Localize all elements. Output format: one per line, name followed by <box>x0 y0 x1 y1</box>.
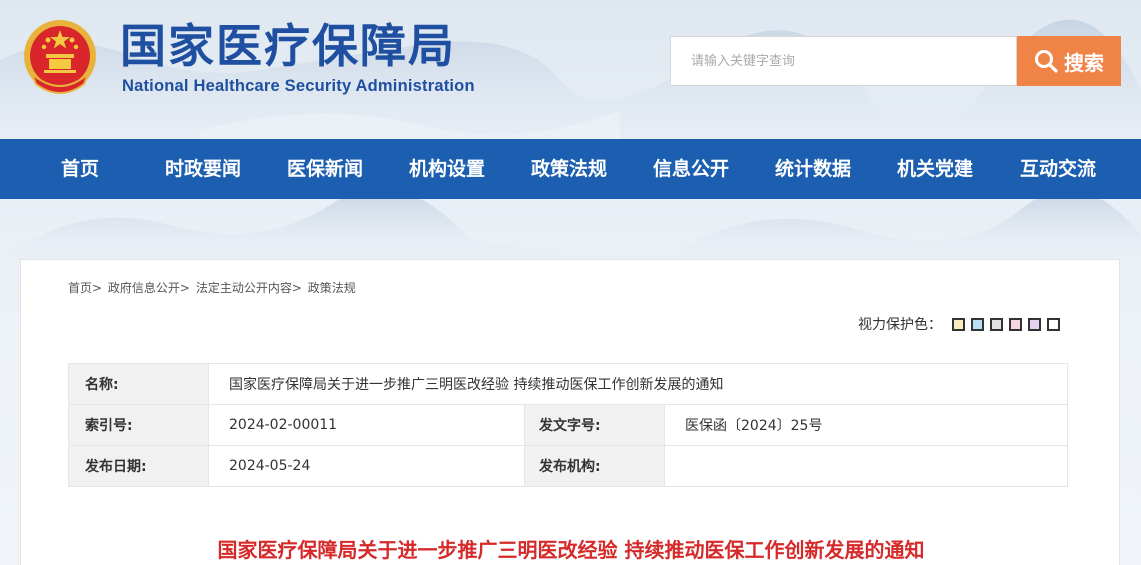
eye-care-label: 视力保护色： <box>858 317 942 333</box>
name-value: 国家医疗保障局关于进一步推广三明医改经验 持续推动医保工作创新发展的通知 <box>208 363 1068 405</box>
swatch-white[interactable] <box>1047 317 1060 331</box>
nav-item-news[interactable]: 时政要闻 <box>165 139 241 199</box>
org-label: 发布机构: <box>524 445 665 487</box>
search-button-label: 搜索 <box>1064 50 1104 75</box>
date-label: 发布日期: <box>68 445 209 487</box>
search-input[interactable] <box>670 36 1017 86</box>
nav-item-policy[interactable]: 政策法规 <box>531 139 607 199</box>
org-value <box>664 445 1068 487</box>
breadcrumb-gov-info[interactable]: 政府信息公开 <box>108 281 180 295</box>
nav-item-disclosure[interactable]: 信息公开 <box>653 139 729 199</box>
search-button[interactable]: 搜索 <box>1017 36 1121 86</box>
name-label: 名称: <box>68 363 209 405</box>
nav-item-home[interactable]: 首页 <box>61 139 99 199</box>
nav-item-interaction[interactable]: 互动交流 <box>1020 139 1096 199</box>
document-title: 国家医疗保障局关于进一步推广三明医改经验 持续推动医保工作创新发展的通知 <box>217 538 925 562</box>
swatch-yellow[interactable] <box>952 317 965 331</box>
breadcrumb-home[interactable]: 首页 <box>68 281 92 295</box>
swatch-pink[interactable] <box>1009 317 1022 331</box>
nav-item-party[interactable]: 机关党建 <box>897 139 973 199</box>
nav-item-healthcare-news[interactable]: 医保新闻 <box>287 139 363 199</box>
table-row: 名称: 国家医疗保障局关于进一步推广三明医改经验 持续推动医保工作创新发展的通知 <box>68 363 1068 405</box>
site-header: 国家医疗保障局 National Healthcare Security Adm… <box>0 0 1141 139</box>
nav-item-statistics[interactable]: 统计数据 <box>775 139 851 199</box>
content-card: 首页> 政府信息公开> 法定主动公开内容> 政策法规 视力保护色： 名称: 国家… <box>20 259 1120 565</box>
index-value: 2024-02-00011 <box>208 404 525 446</box>
main-nav: 首页 时政要闻 医保新闻 机构设置 政策法规 信息公开 统计数据 机关党建 互动… <box>0 139 1141 199</box>
swatch-purple[interactable] <box>1028 317 1041 331</box>
site-title[interactable]: 国家医疗保障局 <box>120 18 456 74</box>
search-icon <box>1035 50 1058 73</box>
national-emblem-icon[interactable] <box>20 14 100 102</box>
breadcrumb: 首页> 政府信息公开> 法定主动公开内容> 政策法规 <box>68 281 356 295</box>
swatch-blue[interactable] <box>971 317 984 331</box>
breadcrumb-policy[interactable]: 政策法规 <box>308 281 356 295</box>
site-subtitle-english[interactable]: National Healthcare Security Administrat… <box>122 77 475 96</box>
table-row: 索引号: 2024-02-00011 发文字号: 医保函〔2024〕25号 <box>68 404 1068 446</box>
table-row: 发布日期: 2024-05-24 发布机构: <box>68 445 1068 487</box>
index-label: 索引号: <box>68 404 209 446</box>
document-info-table: 名称: 国家医疗保障局关于进一步推广三明医改经验 持续推动医保工作创新发展的通知… <box>68 363 1068 487</box>
nav-item-organization[interactable]: 机构设置 <box>409 139 485 199</box>
breadcrumb-disclosure[interactable]: 法定主动公开内容 <box>196 281 292 295</box>
docno-label: 发文字号: <box>524 404 665 446</box>
docno-value: 医保函〔2024〕25号 <box>664 404 1068 446</box>
date-value: 2024-05-24 <box>208 445 525 487</box>
swatch-gray[interactable] <box>990 317 1003 331</box>
eye-care-color-picker: 视力保护色： <box>858 314 1066 334</box>
